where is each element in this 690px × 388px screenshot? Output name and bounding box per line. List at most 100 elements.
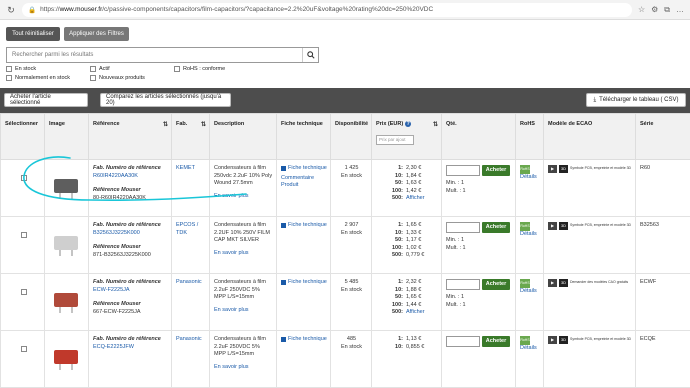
ecad-text[interactable]: Symbole PCB, empreinte et modèle 3D <box>570 222 631 230</box>
checkbox[interactable] <box>90 75 96 81</box>
quantity-input[interactable] <box>446 165 480 176</box>
sort-icon[interactable]: ⇅ <box>201 121 206 128</box>
url-field[interactable]: 🔒 https://www.mouser.fr/c/passive-compon… <box>22 3 632 17</box>
browser-menu-icon[interactable]: … <box>676 5 684 15</box>
show-price-link[interactable]: Afficher <box>406 309 438 317</box>
buy-button[interactable]: Acheter <box>482 336 510 347</box>
learn-more-link[interactable]: En savoir plus <box>214 364 273 372</box>
col-manufacturer[interactable]: Fab.⇅ <box>172 114 210 160</box>
learn-more-link[interactable]: En savoir plus <box>214 250 273 258</box>
quantity-input[interactable] <box>446 336 480 347</box>
ecad-symbol-icon[interactable]: ▶ <box>548 222 557 230</box>
col-reference[interactable]: Référence⇅ <box>89 114 172 160</box>
product-image[interactable] <box>49 289 85 313</box>
rohs-details-link[interactable]: Détails <box>520 174 540 182</box>
quantity-input[interactable] <box>446 222 480 233</box>
filter-label: Actif <box>99 66 110 72</box>
rohs-compliant-icon[interactable]: RoHS <box>520 336 530 345</box>
price-break-qty: 10: <box>376 230 406 238</box>
learn-more-link[interactable]: En savoir plus <box>214 193 273 201</box>
row-checkbox[interactable] <box>21 289 27 295</box>
help-icon[interactable]: ? <box>405 121 411 127</box>
extensions-icon[interactable]: ⚙ <box>651 5 658 15</box>
reset-button[interactable]: Tout réinitialiser <box>6 27 60 41</box>
checkbox[interactable] <box>6 75 12 81</box>
buy-button[interactable]: Acheter <box>482 279 510 290</box>
price-break-qty: 1: <box>376 222 406 230</box>
mfr-part-link[interactable]: ECQ-E2225JFW <box>93 344 168 352</box>
filter-in-stock[interactable]: En stock <box>6 66 36 72</box>
sort-icon[interactable]: ⇅ <box>163 121 168 128</box>
manufacturer-link[interactable]: EPCOS / TDK <box>176 222 198 236</box>
filter-normally-in-stock[interactable]: Normalement en stock <box>6 75 70 81</box>
3d-model-icon[interactable]: 3D <box>559 165 568 173</box>
ecad-symbol-icon[interactable]: ▶ <box>548 336 557 344</box>
mfr-part-link[interactable]: B32563J3225K000 <box>93 230 168 238</box>
rohs-details-link[interactable]: Détails <box>520 231 540 239</box>
product-comment-link[interactable]: Commentaire Produit <box>281 175 327 190</box>
search-icon[interactable] <box>302 48 318 62</box>
ecad-text[interactable]: Demander des modèles CAO gratuits <box>570 279 628 287</box>
learn-more-link[interactable]: En savoir plus <box>214 307 273 315</box>
rohs-compliant-icon[interactable]: RoHS <box>520 279 530 288</box>
buy-button[interactable]: Acheter <box>482 165 510 176</box>
price-break-value: 1,88 € <box>406 287 438 295</box>
ecad-text[interactable]: Symbole PCB, empreinte et modèle 3D <box>570 165 631 173</box>
filter-active[interactable]: Actif <box>90 66 110 72</box>
pdf-icon <box>281 337 286 342</box>
show-price-link[interactable]: Afficher <box>406 195 438 203</box>
product-image[interactable] <box>49 232 85 256</box>
3d-model-icon[interactable]: 3D <box>559 336 568 344</box>
buy-selected-button[interactable]: Acheter l'article sélectionné <box>4 93 88 107</box>
datasheet-link[interactable]: Fiche technique <box>288 279 327 287</box>
quantity-input[interactable] <box>446 279 480 290</box>
mfr-part-link[interactable]: R60IR4220AA30K <box>93 173 168 181</box>
rohs-compliant-icon[interactable]: RoHS <box>520 165 530 174</box>
download-csv-button[interactable]: ⤓Télécharger le tableau ( CSV) <box>586 93 686 107</box>
apply-filters-button[interactable]: Appliquer des Filtres <box>64 27 129 41</box>
table-row: Fab. Numéro de référence ECW-F2225JA Réf… <box>1 274 690 331</box>
sort-icon[interactable]: ⇅ <box>433 121 438 128</box>
ecad-text[interactable]: Symbole PCB, empreinte et modèle 3D <box>570 336 631 344</box>
manufacturer-link[interactable]: Panasonic <box>176 279 202 285</box>
filter-rohs[interactable]: RoHS : conforme <box>174 66 225 72</box>
collections-icon[interactable]: ⧉ <box>664 5 670 15</box>
product-image[interactable] <box>49 175 85 199</box>
compare-button[interactable]: Comparez les articles sélectionnés (jusq… <box>100 93 231 107</box>
price-qty-input[interactable]: Prix par ajout <box>376 135 414 145</box>
checkbox[interactable] <box>90 66 96 72</box>
filter-new-products[interactable]: Nouveaux produits <box>90 75 145 81</box>
min-label: Min. : <box>446 294 459 300</box>
col-price[interactable]: Prix (EUR)?⇅Prix par ajout <box>372 114 442 160</box>
buy-button[interactable]: Acheter <box>482 222 510 233</box>
manufacturer-link[interactable]: Panasonic <box>176 336 202 342</box>
datasheet-link[interactable]: Fiche technique <box>288 336 327 344</box>
image-cell <box>45 160 89 217</box>
3d-model-icon[interactable]: 3D <box>559 222 568 230</box>
col-availability[interactable]: Disponibilité <box>331 114 372 160</box>
favorite-star-icon[interactable]: ☆ <box>638 5 645 15</box>
rohs-details-link[interactable]: Détails <box>520 288 540 296</box>
rohs-cell: RoHSDétails <box>516 160 544 217</box>
refresh-icon[interactable]: ↻ <box>6 5 16 15</box>
ecad-symbol-icon[interactable]: ▶ <box>548 279 557 287</box>
datasheet-cell: Fiche technique Commentaire Produit <box>277 160 331 217</box>
datasheet-link[interactable]: Fiche technique <box>288 165 327 173</box>
row-checkbox[interactable] <box>21 346 27 352</box>
checkbox[interactable] <box>174 66 180 72</box>
row-checkbox[interactable] <box>21 232 27 238</box>
checkbox[interactable] <box>6 66 12 72</box>
ecad-symbol-icon[interactable]: ▶ <box>548 165 557 173</box>
mfr-part-link[interactable]: ECW-F2225JA <box>93 287 168 295</box>
rohs-compliant-icon[interactable]: RoHS <box>520 222 530 231</box>
product-image[interactable] <box>49 346 85 370</box>
image-cell <box>45 331 89 388</box>
search-input[interactable]: Rechercher parmi les résultats <box>6 47 319 63</box>
3d-model-icon[interactable]: 3D <box>559 279 568 287</box>
pdf-icon <box>281 280 286 285</box>
availability-cell: 5 485En stock <box>331 274 372 331</box>
manufacturer-link[interactable]: KEMET <box>176 165 195 171</box>
row-checkbox[interactable] <box>21 175 27 181</box>
rohs-details-link[interactable]: Détails <box>520 345 540 353</box>
datasheet-link[interactable]: Fiche technique <box>288 222 327 230</box>
